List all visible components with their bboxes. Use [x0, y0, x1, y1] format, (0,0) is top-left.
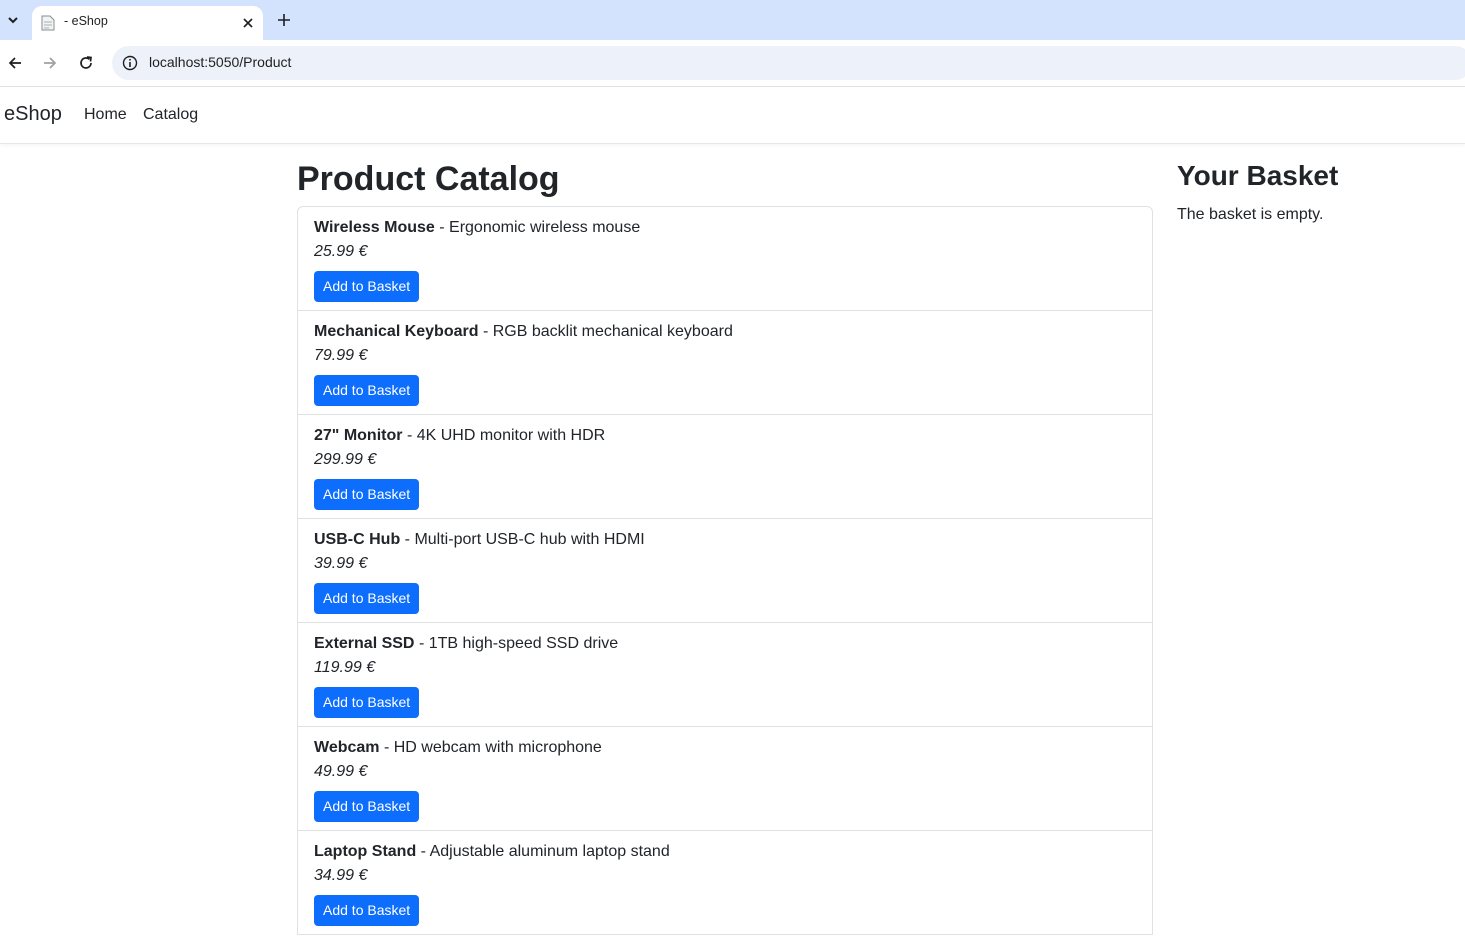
product-price: 34.99 € — [314, 867, 368, 884]
add-to-basket-button[interactable]: Add to Basket — [314, 271, 420, 302]
product-line: Laptop Stand - Adjustable aluminum lapto… — [314, 842, 1136, 862]
product-line: 27" Monitor - 4K UHD monitor with HDR — [314, 426, 1136, 446]
page-title: Product Catalog — [297, 160, 560, 198]
basket-title: Your Basket — [1177, 160, 1339, 191]
product-name: USB-C Hub — [314, 531, 401, 548]
product-price: 119.99 € — [314, 659, 376, 676]
add-to-basket-button[interactable]: Add to Basket — [314, 583, 420, 614]
nav-link-catalog[interactable]: Catalog — [143, 106, 198, 124]
name-separator: - — [404, 531, 415, 548]
product-description: HD webcam with microphone — [393, 739, 602, 756]
product-price: 39.99 € — [314, 555, 368, 572]
product-item: Laptop Stand - Adjustable aluminum lapto… — [298, 831, 1152, 935]
product-item: 27" Monitor - 4K UHD monitor with HDR 29… — [298, 415, 1152, 519]
basket-empty-message: The basket is empty. — [1177, 206, 1324, 223]
name-separator: - — [383, 739, 394, 756]
product-price: 79.99 € — [314, 347, 368, 364]
add-to-basket-button[interactable]: Add to Basket — [314, 479, 420, 510]
tab-title: - eShop — [64, 14, 108, 28]
product-price: 49.99 € — [314, 763, 368, 780]
product-price: 299.99 € — [314, 451, 377, 468]
product-price: 25.99 € — [314, 243, 368, 260]
back-button[interactable] — [3, 51, 27, 75]
site-navbar: eShop Home Catalog — [0, 87, 1465, 144]
reload-button[interactable] — [74, 51, 98, 75]
add-to-basket-button[interactable]: Add to Basket — [314, 687, 420, 718]
product-item: Wireless Mouse - Ergonomic wireless mous… — [298, 207, 1152, 311]
product-description: Multi-port USB-C hub with HDMI — [414, 531, 645, 548]
arrow-right-icon — [44, 57, 57, 69]
tab-search-button[interactable] — [2, 8, 24, 32]
product-line: USB-C Hub - Multi-port USB-C hub with HD… — [314, 530, 1136, 550]
product-description: RGB backlit mechanical keyboard — [492, 323, 733, 340]
add-to-basket-button[interactable]: Add to Basket — [314, 375, 420, 406]
chevron-down-icon — [8, 17, 18, 24]
product-line: Mechanical Keyboard - RGB backlit mechan… — [314, 322, 1136, 342]
site-info-button[interactable] — [120, 53, 140, 73]
product-item: External SSD - 1TB high-speed SSD drive … — [298, 623, 1152, 727]
product-description: Ergonomic wireless mouse — [449, 219, 641, 236]
name-separator: - — [482, 323, 493, 340]
name-separator: - — [418, 635, 429, 652]
plus-icon — [278, 14, 290, 26]
add-to-basket-button[interactable]: Add to Basket — [314, 895, 420, 926]
product-item: USB-C Hub - Multi-port USB-C hub with HD… — [298, 519, 1152, 623]
product-line: Wireless Mouse - Ergonomic wireless mous… — [314, 218, 1136, 238]
new-tab-button[interactable] — [272, 8, 296, 32]
product-description: 1TB high-speed SSD drive — [428, 635, 619, 652]
product-name: Mechanical Keyboard — [314, 323, 479, 340]
product-name: Wireless Mouse — [314, 219, 435, 236]
browser-toolbar: localhost:5050/Product — [0, 40, 1465, 86]
name-separator: - — [406, 427, 417, 444]
product-description: 4K UHD monitor with HDR — [416, 427, 606, 444]
tab-close-button[interactable] — [238, 13, 258, 33]
product-item: Mechanical Keyboard - RGB backlit mechan… — [298, 311, 1152, 415]
browser-tab-active[interactable]: - eShop — [32, 6, 263, 40]
info-icon — [122, 55, 138, 71]
product-name: Laptop Stand — [314, 843, 417, 860]
name-separator: - — [420, 843, 430, 860]
brand-link[interactable]: eShop — [4, 103, 62, 126]
product-description: Adjustable aluminum laptop stand — [429, 843, 670, 860]
address-bar[interactable]: localhost:5050/Product — [112, 46, 1465, 80]
product-list: Wireless Mouse - Ergonomic wireless mous… — [297, 206, 1153, 935]
document-icon — [41, 15, 55, 31]
product-name: 27" Monitor — [314, 427, 403, 444]
product-name: Webcam — [314, 739, 380, 756]
reload-icon — [80, 56, 92, 69]
forward-button[interactable] — [38, 51, 62, 75]
product-line: Webcam - HD webcam with microphone — [314, 738, 1136, 758]
browser-tabstrip: - eShop — [0, 0, 1465, 40]
close-icon — [243, 18, 253, 28]
product-item: Webcam - HD webcam with microphone 49.99… — [298, 727, 1152, 831]
arrow-left-icon — [8, 57, 21, 69]
nav-link-home[interactable]: Home — [84, 106, 127, 124]
product-name: External SSD — [314, 635, 415, 652]
url-text: localhost:5050/Product — [149, 54, 292, 70]
product-line: External SSD - 1TB high-speed SSD drive — [314, 634, 1136, 654]
add-to-basket-button[interactable]: Add to Basket — [314, 791, 420, 822]
name-separator: - — [439, 219, 450, 236]
